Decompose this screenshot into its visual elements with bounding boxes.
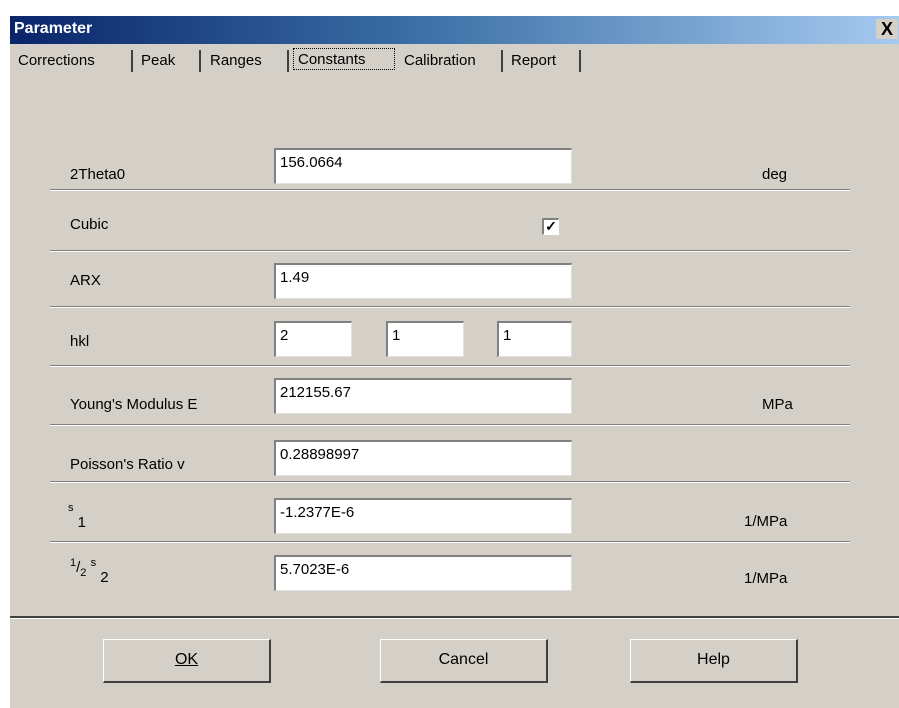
close-button[interactable]: X [876,19,898,39]
half-s2-unit: 1/MPa [744,570,788,587]
checkmark-icon: ✓ [545,218,557,234]
s1-label: s 1 [68,502,86,531]
row-separator [50,365,850,367]
two-theta0-label: 2Theta0 [70,166,126,183]
cubic-checkbox[interactable]: ✓ [542,218,559,235]
hkl-l-input[interactable]: 1 [497,321,572,357]
youngs-modulus-label: Young's Modulus E [70,396,198,413]
half-s2-label: 1/2 s 2 [70,557,109,586]
row-separator [50,481,850,483]
tab-corrections[interactable]: Corrections [14,50,133,72]
arx-input[interactable]: 1.49 [274,263,572,299]
help-button-label: Help [697,651,730,668]
half-s2-label-sub: 2 [100,569,109,586]
cancel-button[interactable]: Cancel [380,639,548,683]
hkl-label: hkl [70,333,90,350]
help-button[interactable]: Help [630,639,798,683]
tab-constants[interactable]: Constants [293,48,395,70]
youngs-modulus-unit: MPa [762,396,793,413]
ok-button-label: OK [174,651,199,668]
s1-input[interactable]: -1.2377E-6 [274,498,572,534]
parameter-dialog: Parameter X Corrections Peak Ranges Cons… [9,16,899,708]
tab-strip: Corrections Peak Ranges Constants Calibr… [10,46,899,74]
two-theta0-input[interactable]: 156.0664 [274,148,572,184]
row-separator [50,541,850,543]
tab-ranges[interactable]: Ranges [206,50,289,72]
half-s2-label-num: 1 [70,557,77,569]
button-area-separator [10,616,899,619]
hkl-h-input[interactable]: 2 [274,321,352,357]
row-separator [50,189,850,191]
s1-label-sub: 1 [77,514,87,531]
poissons-ratio-label: Poisson's Ratio v [70,456,185,473]
s1-label-base: s [68,502,74,514]
close-icon: X [880,19,893,39]
half-s2-label-base: s [90,557,97,569]
window-title: Parameter [14,20,93,37]
arx-label: ARX [70,272,101,289]
tab-peak[interactable]: Peak [137,50,201,72]
row-separator [50,250,850,252]
half-s2-label-den: 2 [80,567,87,579]
two-theta0-unit: deg [762,166,788,183]
ok-button[interactable]: OK [103,639,271,683]
youngs-modulus-input[interactable]: 212155.67 [274,378,572,414]
s1-unit: 1/MPa [744,513,788,530]
poissons-ratio-input[interactable]: 0.28898997 [274,440,572,476]
tab-calibration[interactable]: Calibration [400,50,503,72]
tab-report[interactable]: Report [507,50,581,72]
row-separator [50,306,850,308]
cancel-button-label: Cancel [438,651,489,668]
cubic-label: Cubic [70,216,109,233]
title-bar[interactable]: Parameter X [10,16,899,44]
hkl-k-input[interactable]: 1 [386,321,464,357]
row-separator [50,424,850,426]
half-s2-input[interactable]: 5.7023E-6 [274,555,572,591]
